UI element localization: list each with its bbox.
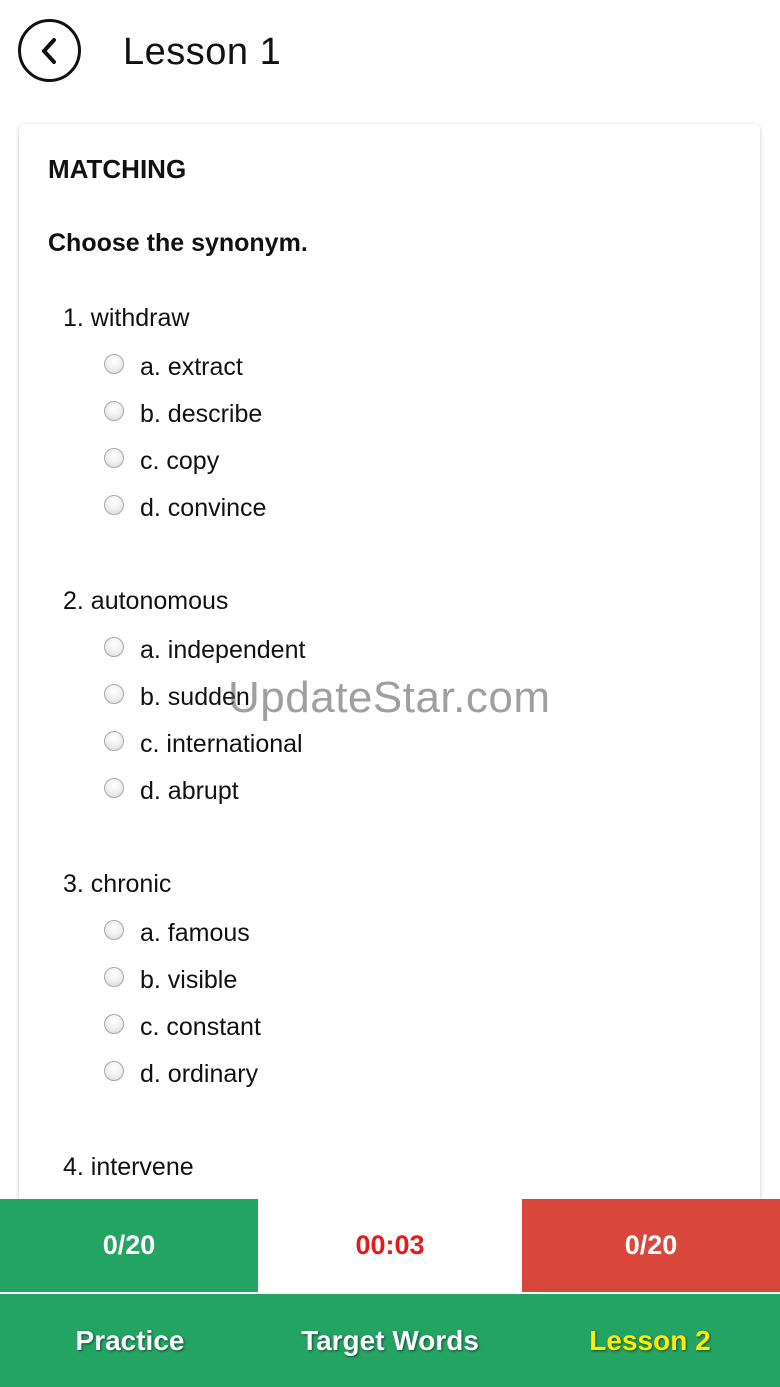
question-text: 4. intervene	[63, 1153, 194, 1181]
question-text: 2. autonomous	[63, 587, 229, 615]
option-label: d. abrupt	[140, 777, 239, 805]
option-item[interactable]: b. visible	[104, 966, 743, 1014]
option-item[interactable]: a. famous	[104, 919, 743, 967]
radio-button[interactable]	[104, 967, 124, 987]
option-item[interactable]: d. abrupt	[104, 777, 743, 825]
timer: 00:03	[355, 1230, 425, 1260]
option-label: c. international	[140, 730, 303, 758]
option-label: d. convince	[140, 494, 267, 522]
radio-button[interactable]	[104, 354, 124, 374]
radio-button[interactable]	[104, 1014, 124, 1034]
option-label: b. describe	[140, 400, 263, 428]
page-title: Lesson 1	[123, 31, 282, 73]
radio-button[interactable]	[104, 448, 124, 468]
radio-button[interactable]	[104, 684, 124, 704]
option-label: a. extract	[140, 353, 243, 381]
nav-practice-button[interactable]: Practice	[0, 1294, 260, 1387]
radio-button[interactable]	[104, 495, 124, 515]
question-item: 2. autonomous a. independent b. sudden c…	[63, 585, 743, 868]
radio-button[interactable]	[104, 1061, 124, 1081]
option-list: a. extract b. describe c. copy d. convin…	[104, 353, 743, 542]
score-bar: 0/20 00:03 0/20	[0, 1199, 780, 1294]
option-item[interactable]: d. convince	[104, 494, 743, 542]
option-item[interactable]: d. ordinary	[104, 1060, 743, 1108]
radio-button[interactable]	[104, 637, 124, 657]
question-list: 1. withdraw a. extract b. describe c. co…	[63, 302, 743, 1224]
bottom-nav: Practice Target Words Lesson 2	[0, 1294, 780, 1387]
back-button[interactable]	[18, 19, 81, 82]
radio-button[interactable]	[104, 920, 124, 940]
option-label: c. constant	[140, 1013, 261, 1041]
nav-lesson-2-button[interactable]: Lesson 2	[520, 1294, 780, 1387]
chevron-left-icon	[41, 37, 56, 64]
option-item[interactable]: b. sudden	[104, 683, 743, 731]
section-title: MATCHING	[48, 154, 187, 184]
option-list: a. independent b. sudden c. internationa…	[104, 636, 743, 825]
option-label: a. famous	[140, 919, 250, 947]
wrong-score: 0/20	[522, 1199, 780, 1292]
option-label: c. copy	[140, 447, 220, 475]
correct-score: 0/20	[0, 1199, 258, 1292]
option-list: a. famous b. visible c. constant d. ordi…	[104, 919, 743, 1108]
question-text: 3. chronic	[63, 870, 172, 898]
option-item[interactable]: a. independent	[104, 636, 743, 684]
question-item: 1. withdraw a. extract b. describe c. co…	[63, 302, 743, 585]
radio-button[interactable]	[104, 401, 124, 421]
question-text: 1. withdraw	[63, 304, 190, 332]
question-item: 3. chronic a. famous b. visible c. const…	[63, 868, 743, 1151]
quiz-card: MATCHING Choose the synonym. 1. withdraw…	[19, 124, 760, 1224]
radio-button[interactable]	[104, 731, 124, 751]
option-label: a. independent	[140, 636, 306, 664]
option-item[interactable]: c. copy	[104, 447, 743, 495]
header: Lesson 1	[0, 0, 780, 110]
option-item[interactable]: c. international	[104, 730, 743, 778]
option-item[interactable]: a. extract	[104, 353, 743, 401]
option-item[interactable]: c. constant	[104, 1013, 743, 1061]
option-label: d. ordinary	[140, 1060, 259, 1088]
option-label: b. visible	[140, 966, 238, 994]
radio-button[interactable]	[104, 778, 124, 798]
instruction-text: Choose the synonym.	[48, 229, 308, 257]
option-item[interactable]: b. describe	[104, 400, 743, 448]
nav-target-words-button[interactable]: Target Words	[260, 1294, 520, 1387]
option-label: b. sudden	[140, 683, 250, 711]
